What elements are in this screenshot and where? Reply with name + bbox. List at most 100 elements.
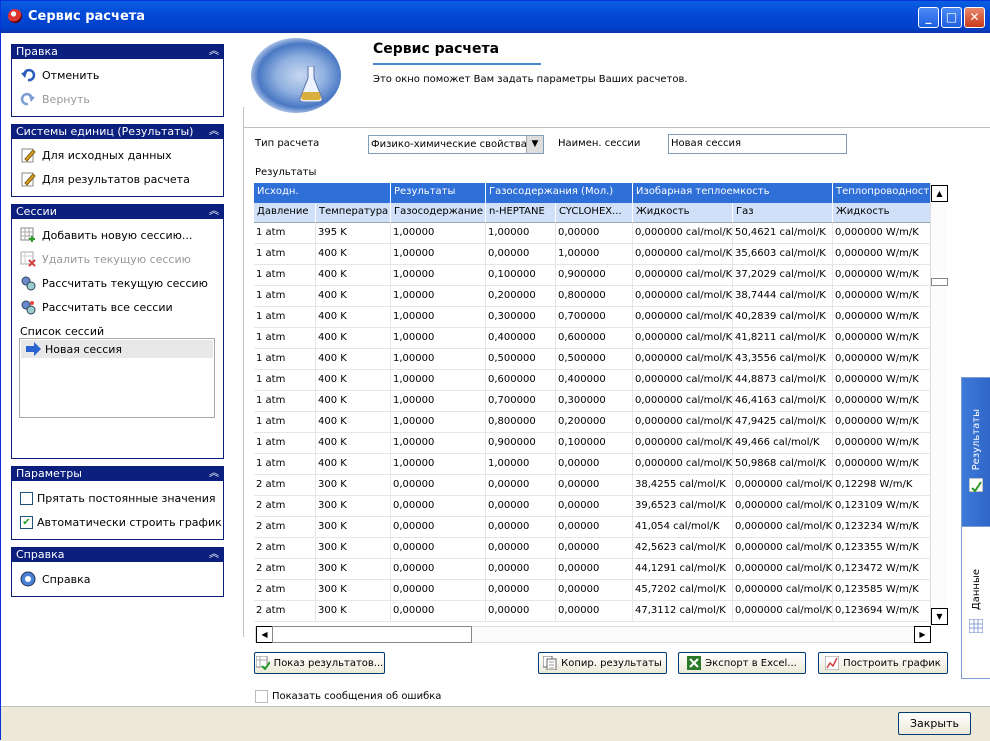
table-cell[interactable]: 400 K — [316, 391, 391, 412]
column-group-header[interactable]: Теплопроводность — [833, 183, 933, 203]
table-cell[interactable]: 0,000000 cal/mol/K — [633, 286, 733, 307]
table-cell[interactable]: 49,466 cal/mol/K — [733, 433, 833, 454]
table-cell[interactable]: 1,00000 — [486, 454, 556, 475]
table-cell[interactable]: 0,00000 — [391, 517, 486, 538]
copy-results-button[interactable]: Копир. результаты — [538, 652, 667, 674]
table-cell[interactable]: 0,500000 — [556, 349, 633, 370]
column-group-header[interactable]: Газосодержания (Мол.) — [486, 183, 633, 203]
collapse-icon[interactable]: ︽ — [209, 548, 219, 561]
calc-current-item[interactable]: Рассчитать текущую сессию — [20, 274, 208, 292]
hide-const-checkbox[interactable] — [20, 491, 33, 505]
table-cell[interactable]: 0,700000 — [486, 391, 556, 412]
results-grid[interactable]: Исходн. Результаты Газосодержания (Мол.) Из… — [254, 183, 948, 628]
table-row[interactable]: 1 atm 400 K 1,00000 0,00000 1,00000 0,000000 … — [254, 244, 933, 265]
table-cell[interactable]: 47,9425 cal/mol/K — [733, 412, 833, 433]
table-cell[interactable]: 0,000000 W/m/K — [833, 223, 933, 244]
tab-results[interactable]: Результаты — [961, 377, 990, 527]
table-cell[interactable]: 0,000000 cal/mol/K — [733, 559, 833, 580]
table-row[interactable]: 2 atm 300 K 0,00000 0,00000 0,00000 45,7202 c… — [254, 580, 933, 601]
table-row[interactable]: 2 atm 300 K 0,00000 0,00000 0,00000 42,5623 c… — [254, 538, 933, 559]
calc-all-item[interactable]: Рассчитать все сессии — [20, 298, 173, 316]
calc-type-select[interactable]: Физико-химические свойства ▼ — [368, 135, 544, 154]
table-row[interactable]: 2 atm 300 K 0,00000 0,00000 0,00000 38,4255 c… — [254, 475, 933, 496]
table-cell[interactable]: 300 K — [316, 538, 391, 559]
title-bar[interactable]: Сервис расчета _ □ ✕ — [1, 1, 990, 33]
table-cell[interactable]: 0,100000 — [486, 265, 556, 286]
table-cell[interactable]: 0,000000 cal/mol/K — [633, 349, 733, 370]
scroll-down-button[interactable]: ▼ — [931, 608, 948, 625]
table-cell[interactable]: 0,00000 — [556, 580, 633, 601]
table-cell[interactable]: 0,00000 — [556, 517, 633, 538]
session-name-input[interactable]: Новая сессия — [668, 134, 847, 154]
table-cell[interactable]: 0,300000 — [486, 307, 556, 328]
table-cell[interactable]: 0,000000 cal/mol/K — [633, 244, 733, 265]
auto-plot-option[interactable]: ✔ Автоматически строить график — [20, 513, 222, 531]
table-row[interactable]: 2 atm 300 K 0,00000 0,00000 0,00000 47,3112 c… — [254, 601, 933, 622]
table-cell[interactable]: 0,000000 cal/mol/K — [633, 433, 733, 454]
table-row[interactable]: 1 atm 400 K 1,00000 0,400000 0,600000 0,00000… — [254, 328, 933, 349]
table-cell[interactable]: 0,00000 — [556, 454, 633, 475]
table-cell[interactable]: 41,054 cal/mol/K — [633, 517, 733, 538]
table-cell[interactable]: 0,000000 cal/mol/K — [633, 265, 733, 286]
sessions-group-header[interactable]: Сессии ︽ — [12, 205, 223, 219]
table-cell[interactable]: 41,8211 cal/mol/K — [733, 328, 833, 349]
table-cell[interactable]: 0,00000 — [391, 601, 486, 622]
table-cell[interactable]: 0,00000 — [556, 475, 633, 496]
table-cell[interactable]: 400 K — [316, 265, 391, 286]
scroll-thumb[interactable] — [931, 278, 948, 286]
column-group-header[interactable]: Исходн. — [254, 183, 391, 203]
table-cell[interactable]: 1 atm — [254, 223, 316, 244]
collapse-icon[interactable]: ︽ — [209, 467, 219, 480]
table-cell[interactable]: 0,123694 W/m/K — [833, 601, 933, 622]
table-cell[interactable]: 0,000000 W/m/K — [833, 370, 933, 391]
table-cell[interactable]: 0,600000 — [486, 370, 556, 391]
table-cell[interactable]: 400 K — [316, 328, 391, 349]
table-cell[interactable]: 0,000000 W/m/K — [833, 349, 933, 370]
table-cell[interactable]: 0,000000 cal/mol/K — [633, 370, 733, 391]
table-cell[interactable]: 1 atm — [254, 307, 316, 328]
table-cell[interactable]: 2 atm — [254, 580, 316, 601]
table-cell[interactable]: 1 atm — [254, 433, 316, 454]
scroll-up-button[interactable]: ▲ — [931, 185, 948, 202]
delete-session-item[interactable]: Удалить текущую сессию — [20, 250, 191, 268]
table-cell[interactable]: 0,00000 — [391, 475, 486, 496]
table-cell[interactable]: 35,6603 cal/mol/K — [733, 244, 833, 265]
table-cell[interactable]: 2 atm — [254, 475, 316, 496]
units-group-header[interactable]: Системы единиц (Результаты) ︽ — [12, 125, 223, 139]
table-cell[interactable]: 400 K — [316, 349, 391, 370]
table-cell[interactable]: 44,1291 cal/mol/K — [633, 559, 733, 580]
column-group-header[interactable]: Результаты — [391, 183, 486, 203]
hide-const-option[interactable]: Прятать постоянные значения — [20, 489, 215, 507]
table-cell[interactable]: 44,8873 cal/mol/K — [733, 370, 833, 391]
column-header[interactable]: Температура — [316, 203, 391, 223]
table-cell[interactable]: 0,12298 W/m/K — [833, 475, 933, 496]
table-cell[interactable]: 300 K — [316, 559, 391, 580]
table-cell[interactable]: 400 K — [316, 433, 391, 454]
table-cell[interactable]: 2 atm — [254, 538, 316, 559]
table-cell[interactable]: 400 K — [316, 307, 391, 328]
table-cell[interactable]: 0,700000 — [556, 307, 633, 328]
table-cell[interactable]: 1,00000 — [391, 433, 486, 454]
table-cell[interactable]: 37,2029 cal/mol/K — [733, 265, 833, 286]
column-header[interactable]: n-HEPTANE — [486, 203, 556, 223]
table-cell[interactable]: 400 K — [316, 412, 391, 433]
table-cell[interactable]: 300 K — [316, 496, 391, 517]
table-row[interactable]: 1 atm 400 K 1,00000 0,600000 0,400000 0,00000… — [254, 370, 933, 391]
list-item[interactable]: Новая сессия — [21, 340, 213, 358]
table-cell[interactable]: 1,00000 — [391, 265, 486, 286]
collapse-icon[interactable]: ︽ — [209, 205, 219, 218]
show-results-button[interactable]: Показ результатов... — [254, 652, 385, 674]
table-cell[interactable]: 0,00000 — [486, 580, 556, 601]
table-cell[interactable]: 0,000000 cal/mol/K — [733, 538, 833, 559]
table-cell[interactable]: 45,7202 cal/mol/K — [633, 580, 733, 601]
table-row[interactable]: 1 atm 400 K 1,00000 0,900000 0,100000 0,00000… — [254, 433, 933, 454]
table-row[interactable]: 1 atm 400 K 1,00000 1,00000 0,00000 0,000000 … — [254, 454, 933, 475]
chevron-down-icon[interactable]: ▼ — [526, 136, 543, 153]
table-cell[interactable]: 1,00000 — [391, 328, 486, 349]
table-cell[interactable]: 0,000000 W/m/K — [833, 244, 933, 265]
table-cell[interactable]: 38,7444 cal/mol/K — [733, 286, 833, 307]
undo-item[interactable]: Отменить — [20, 66, 99, 84]
table-cell[interactable]: 1 atm — [254, 328, 316, 349]
table-cell[interactable]: 0,00000 — [391, 538, 486, 559]
table-cell[interactable]: 0,00000 — [391, 496, 486, 517]
